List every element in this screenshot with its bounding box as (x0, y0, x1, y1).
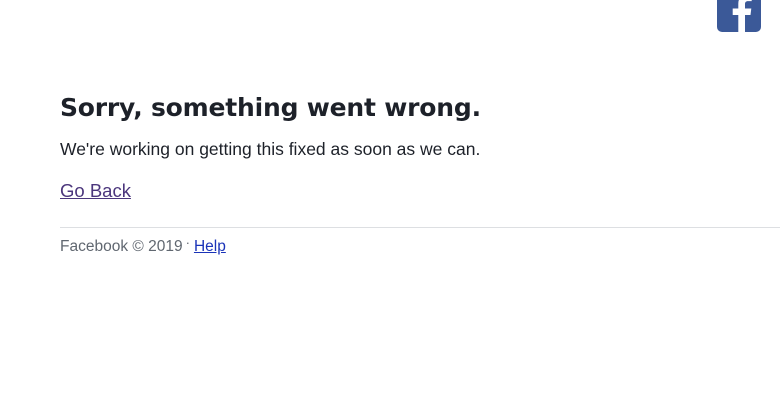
footer: Facebook © 2019 · Help (60, 235, 226, 257)
help-link[interactable]: Help (194, 238, 226, 255)
error-message: We're working on getting this fixed as s… (60, 139, 481, 159)
footer-divider (60, 227, 780, 228)
facebook-logo-icon[interactable] (717, 0, 761, 32)
copyright-text: Facebook © 2019 (60, 238, 183, 255)
error-title: Sorry, something went wrong. (60, 93, 481, 122)
footer-separator: · (185, 235, 190, 250)
go-back-link[interactable]: Go Back (60, 180, 131, 202)
error-content: Sorry, something went wrong. We're worki… (60, 90, 780, 202)
